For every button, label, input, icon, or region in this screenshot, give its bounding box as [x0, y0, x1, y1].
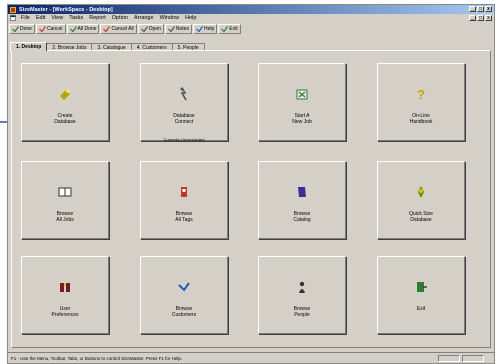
minimize-button[interactable]: _ [469, 6, 476, 12]
handbook-button[interactable]: ? On-Line Handbook [377, 63, 465, 141]
card-label: Create Database [54, 113, 76, 125]
card-label: Quick Size Database [409, 211, 433, 223]
status-text: F1 - Use the Menu, Toolbar, Tabs, or But… [11, 355, 183, 361]
database-connect-button[interactable]: Database Connect Currently Unconnected [140, 63, 228, 142]
exit-app-button[interactable]: Exit [377, 256, 465, 334]
tab-desktop[interactable]: 1. Desktop [10, 42, 48, 51]
exit-icon [221, 26, 229, 32]
create-database-button[interactable]: Create Database [21, 63, 109, 141]
create-database-icon [60, 89, 70, 100]
toolbar-button-label: Open [148, 26, 161, 32]
all-done-button[interactable]: All Done [66, 24, 100, 34]
cancel-icon [39, 26, 46, 32]
status-panel-2 [462, 355, 484, 362]
toolbar-button-label: Done [20, 26, 32, 32]
browse-catalog-icon [298, 187, 306, 197]
document-icon[interactable] [10, 15, 16, 21]
browse-customers-icon [178, 282, 190, 292]
toolbar-button-label: All Done [77, 26, 97, 32]
open-button[interactable]: Open [137, 24, 164, 34]
card-label: Exit [416, 306, 426, 312]
card-label: Browse All Jobs [56, 211, 74, 223]
menu-help[interactable]: Help [182, 15, 199, 21]
toolbar-button-label: Cancel All [111, 26, 134, 32]
card-label: On-Line Handbook [409, 113, 433, 125]
card-label: Browse People [293, 306, 311, 318]
svg-text:?: ? [417, 87, 425, 102]
database-connect-icon [180, 87, 187, 101]
card-label: Browse Customers [171, 306, 197, 318]
browse-people-button[interactable]: Browse People [258, 256, 346, 334]
quick-size-button[interactable]: Quick Size Database [377, 161, 465, 239]
card-label: Start A New Job [292, 113, 312, 125]
cancel-all-button[interactable]: Cancel All [100, 24, 137, 34]
card-label: Database Connect [173, 113, 195, 125]
title-bar: SizeMaster - [WorkSpace - Desktop] _ □ x [8, 5, 494, 14]
app-window: SizeMaster - [WorkSpace - Desktop] _ □ x… [7, 4, 495, 364]
toolbar: Done Cancel All Done Cancel All Open Notes Hel… [8, 23, 494, 35]
status-panel-1 [438, 355, 460, 362]
maximize-button[interactable]: □ [477, 6, 484, 12]
browse-tags-button[interactable]: Browse All Tags [140, 161, 228, 239]
child-minimize-button[interactable]: _ [469, 15, 476, 21]
help-icon [196, 26, 203, 32]
connection-status: Currently Unconnected [163, 137, 205, 142]
user-preferences-button[interactable]: User Preferences [21, 256, 109, 334]
desktop-panel: Create Database Database Connect Currently… [11, 50, 491, 348]
browse-customers-button[interactable]: Browse Customers [140, 256, 228, 334]
card-label: Browse All Tags [175, 211, 193, 223]
browse-catalog-button[interactable]: Browse Catalog [258, 161, 346, 239]
menu-window[interactable]: Window [157, 15, 183, 21]
quick-size-icon [418, 186, 424, 198]
menu-arrange[interactable]: Arrange [131, 15, 157, 21]
done-icon [12, 26, 19, 32]
cancel-all-icon [103, 26, 111, 32]
card-label: User Preferences [51, 306, 79, 318]
menu-report[interactable]: Report [86, 15, 109, 21]
menu-tasks[interactable]: Tasks [66, 15, 86, 21]
browse-tags-icon [181, 187, 187, 197]
open-icon [140, 26, 148, 32]
toolbar-button-label: Help [203, 26, 215, 32]
card-label: Browse Catalog [293, 211, 311, 223]
browse-jobs-icon [58, 187, 72, 197]
browse-jobs-button[interactable]: Browse All Jobs [21, 161, 109, 239]
new-job-button[interactable]: Start A New Job [258, 63, 346, 141]
notes-button[interactable]: Notes [164, 24, 192, 34]
exit-button[interactable]: Exit [218, 24, 241, 34]
help-button[interactable]: Help [192, 24, 218, 34]
menu-bar: File Edit View Tasks Report Option Arran… [8, 14, 494, 22]
close-button[interactable]: x [485, 6, 492, 12]
cancel-button[interactable]: Cancel [35, 24, 66, 34]
toolbar-button-label: Exit [229, 26, 238, 32]
window-title: SizeMaster - [WorkSpace - Desktop] [19, 6, 113, 13]
app-icon [10, 6, 16, 13]
exit-app-icon [417, 282, 427, 292]
toolbar-button-label: Cancel [46, 26, 63, 32]
notes-icon [167, 26, 175, 32]
done-button[interactable]: Done [9, 24, 35, 34]
child-restore-button[interactable]: □ [477, 15, 484, 21]
handbook-icon: ? [417, 87, 425, 102]
status-bar: F1 - Use the Menu, Toolbar, Tabs, or But… [8, 352, 494, 363]
menu-view[interactable]: View [48, 15, 66, 21]
menu-option[interactable]: Option [109, 15, 131, 21]
menu-file[interactable]: File [18, 15, 33, 21]
all-done-icon [69, 26, 77, 32]
browse-people-icon [299, 281, 305, 293]
toolbar-button-label: Notes [175, 26, 189, 32]
new-job-icon [296, 89, 308, 100]
user-preferences-icon [60, 283, 70, 292]
child-close-button[interactable]: x [485, 15, 492, 21]
menu-edit[interactable]: Edit [33, 15, 48, 21]
